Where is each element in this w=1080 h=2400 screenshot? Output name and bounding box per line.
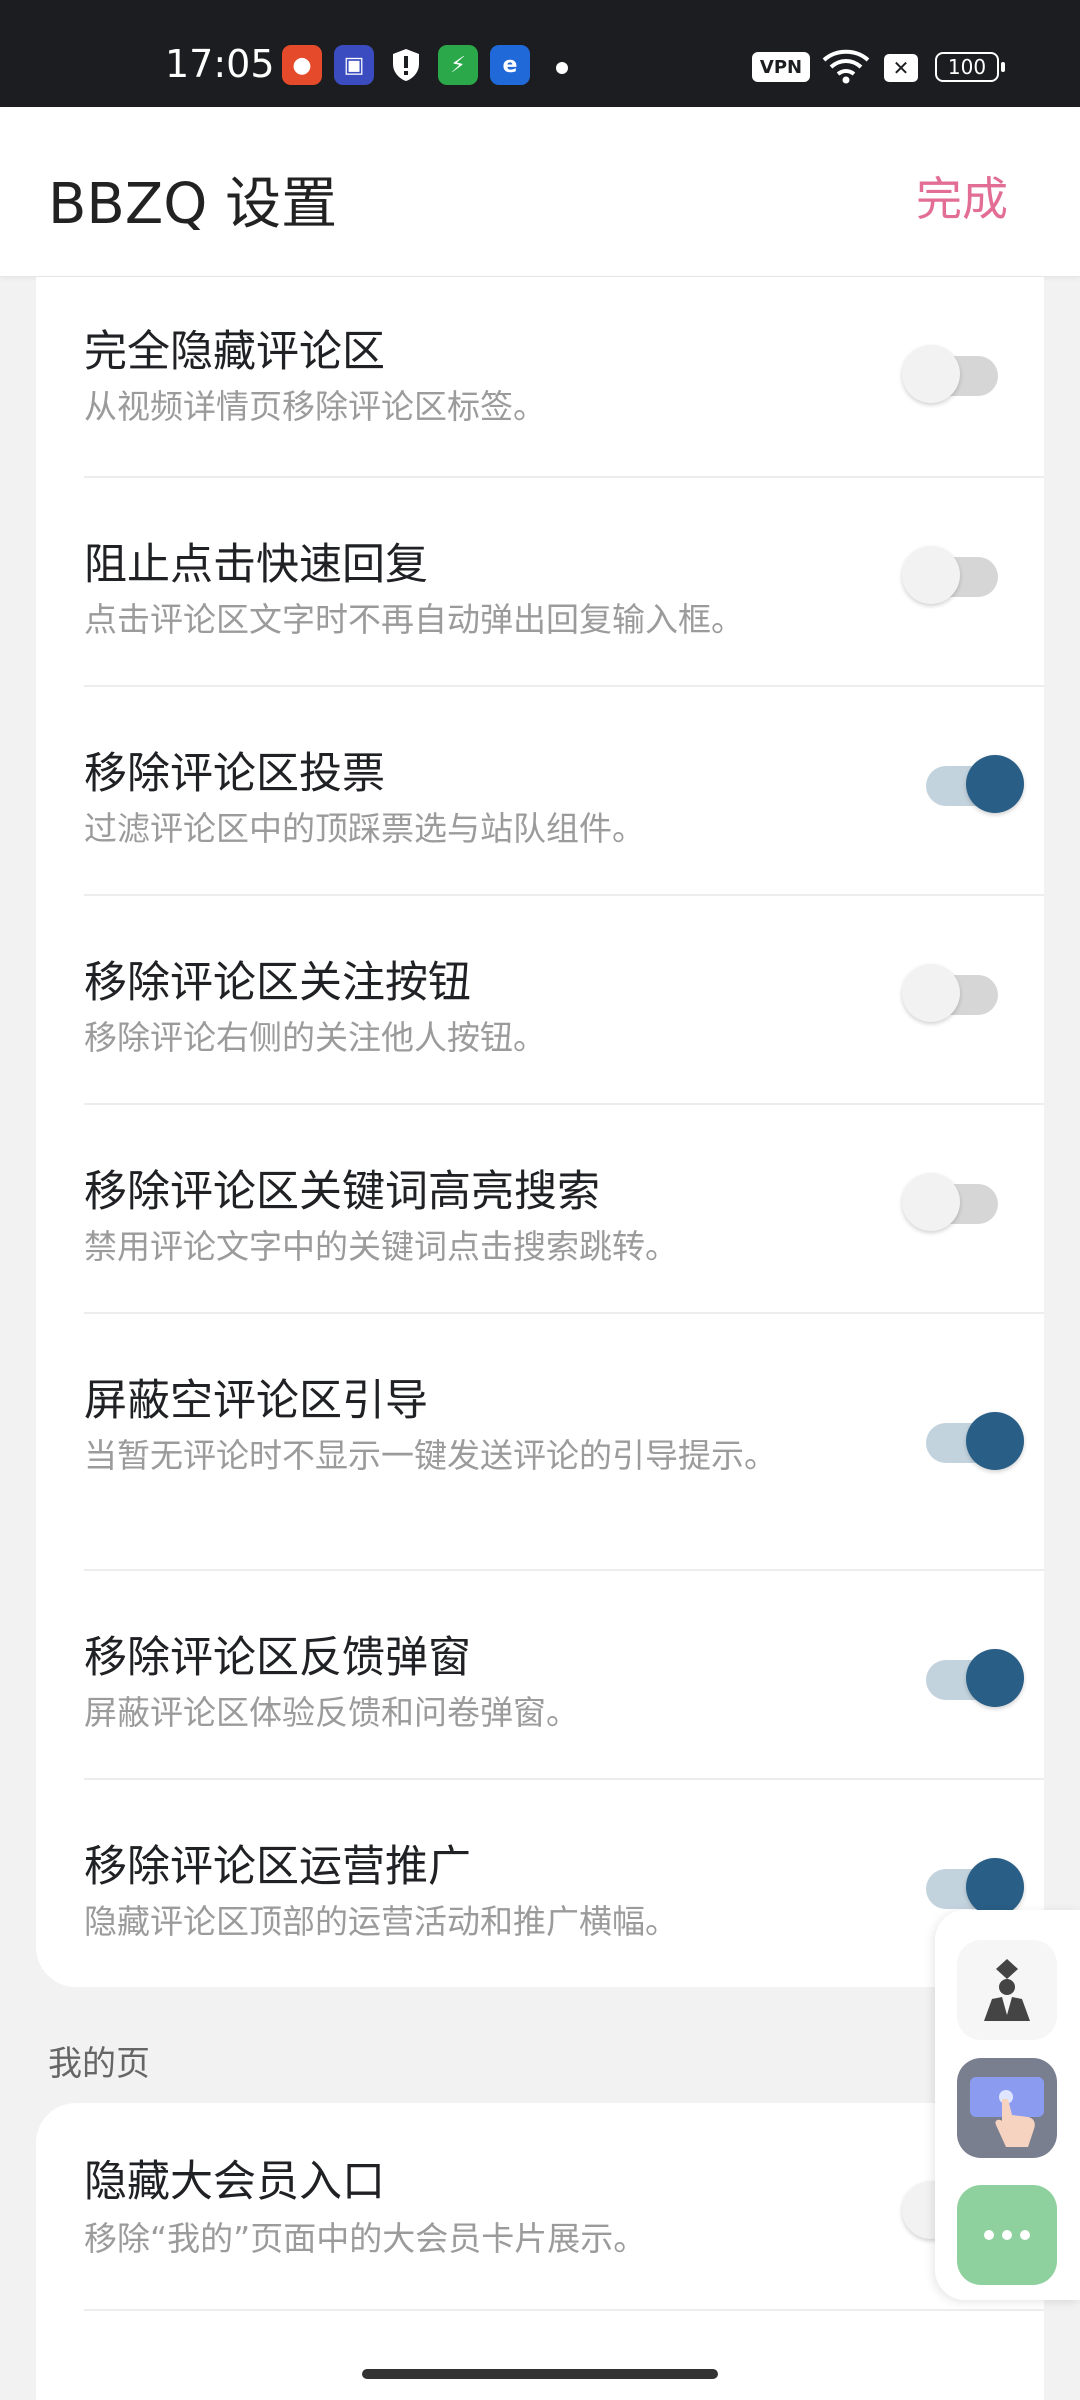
more-options-icon[interactable] — [957, 2185, 1057, 2285]
page-title: BBZQ 设置 — [48, 172, 338, 237]
setting-title: 隐藏大会员入口 — [84, 2157, 385, 2207]
toggle-switch[interactable] — [902, 1167, 1002, 1231]
status-time: 17:05 — [165, 42, 275, 86]
toggle-thumb — [902, 345, 960, 403]
my-page-settings-card: 隐藏大会员入口 移除“我的”页面中的大会员卡片展示。 — [36, 2103, 1044, 2400]
setting-desc: 隐藏评论区顶部的运营活动和推广横幅。 — [84, 1902, 678, 1941]
toggle-thumb — [902, 1173, 960, 1231]
app-header: BBZQ 设置 完成 — [0, 107, 1080, 277]
setting-desc: 点击评论区文字时不再自动弹出回复输入框。 — [84, 600, 744, 639]
browser-icon: e — [490, 45, 530, 85]
setting-row[interactable]: 移除评论区反馈弹窗 屏蔽评论区体验反馈和问卷弹窗。 — [84, 1571, 1044, 1780]
setting-row[interactable]: 完全隐藏评论区 从视频详情页移除评论区标签。 — [84, 277, 1044, 478]
no-sim-icon: ✕ — [884, 54, 918, 82]
battery-icon: 100 — [935, 52, 1005, 82]
floating-tool-panel — [935, 1910, 1080, 2300]
taobao-icon: ● — [282, 45, 322, 85]
setting-title: 阻止点击快速回复 — [84, 540, 428, 590]
security-icon: ⚡ — [438, 45, 478, 85]
done-button[interactable]: 完成 — [916, 163, 1008, 229]
shield-icon — [386, 45, 426, 85]
toggle-switch[interactable] — [922, 1643, 1024, 1707]
setting-row[interactable]: 阻止点击快速回复 点击评论区文字时不再自动弹出回复输入框。 — [84, 478, 1044, 687]
toggle-thumb — [966, 1649, 1024, 1707]
setting-title: 完全隐藏评论区 — [84, 327, 385, 377]
section-label-my-page: 我的页 — [48, 2044, 150, 2084]
setting-row[interactable]: 移除评论区投票 过滤评论区中的顶踩票选与站队组件。 — [84, 687, 1044, 896]
status-bar: 17:05 ● ▣ ⚡ e VPN ✕ 100 — [0, 0, 1080, 107]
setting-row[interactable]: 移除评论区关注按钮 移除评论右侧的关注他人按钮。 — [84, 896, 1044, 1105]
setting-row[interactable]: 移除评论区运营推广 隐藏评论区顶部的运营活动和推广横幅。 — [84, 1780, 1044, 1987]
setting-desc: 过滤评论区中的顶踩票选与站队组件。 — [84, 809, 645, 848]
setting-row[interactable]: 移除评论区关键词高亮搜索 禁用评论文字中的关键词点击搜索跳转。 — [84, 1105, 1044, 1314]
home-indicator[interactable] — [362, 2369, 718, 2379]
toggle-thumb — [966, 1858, 1024, 1916]
toggle-switch[interactable] — [922, 1406, 1024, 1470]
toggle-switch[interactable] — [902, 540, 1002, 604]
setting-title: 移除评论区关键词高亮搜索 — [84, 1167, 600, 1217]
tap-screen-icon[interactable] — [957, 2058, 1057, 2158]
toggle-thumb — [966, 1412, 1024, 1470]
tieba-icon: ▣ — [334, 45, 374, 85]
comment-settings-card: 完全隐藏评论区 从视频详情页移除评论区标签。 阻止点击快速回复 点击评论区文字时… — [36, 277, 1044, 1987]
toggle-switch[interactable] — [902, 339, 1002, 403]
setting-desc: 移除“我的”页面中的大会员卡片展示。 — [84, 2219, 647, 2258]
setting-row[interactable]: 屏蔽空评论区引导 当暂无评论时不显示一键发送评论的引导提示。 — [84, 1314, 1044, 1571]
setting-desc: 从视频详情页移除评论区标签。 — [84, 387, 546, 426]
toggle-thumb — [902, 964, 960, 1022]
toggle-thumb — [966, 755, 1024, 813]
setting-desc: 屏蔽评论区体验反馈和问卷弹窗。 — [84, 1693, 579, 1732]
setting-title: 移除评论区反馈弹窗 — [84, 1633, 471, 1683]
setting-row[interactable]: 隐藏大会员入口 移除“我的”页面中的大会员卡片展示。 — [84, 2103, 1044, 2311]
setting-desc: 当暂无评论时不显示一键发送评论的引导提示。 — [84, 1436, 777, 1475]
toggle-switch[interactable] — [902, 958, 1002, 1022]
vpn-icon: VPN — [752, 52, 810, 82]
setting-title: 移除评论区运营推广 — [84, 1842, 471, 1892]
setting-title: 移除评论区投票 — [84, 749, 385, 799]
more-notifications-dot — [556, 62, 568, 74]
setting-title: 移除评论区关注按钮 — [84, 958, 471, 1008]
setting-desc: 禁用评论文字中的关键词点击搜索跳转。 — [84, 1227, 678, 1266]
toggle-switch[interactable] — [922, 749, 1024, 813]
wifi-icon — [822, 48, 870, 88]
setting-title: 屏蔽空评论区引导 — [84, 1376, 428, 1426]
setting-desc: 移除评论右侧的关注他人按钮。 — [84, 1018, 546, 1057]
person-assistant-icon[interactable] — [957, 1940, 1057, 2040]
toggle-thumb — [902, 546, 960, 604]
toggle-switch[interactable] — [922, 1852, 1024, 1916]
